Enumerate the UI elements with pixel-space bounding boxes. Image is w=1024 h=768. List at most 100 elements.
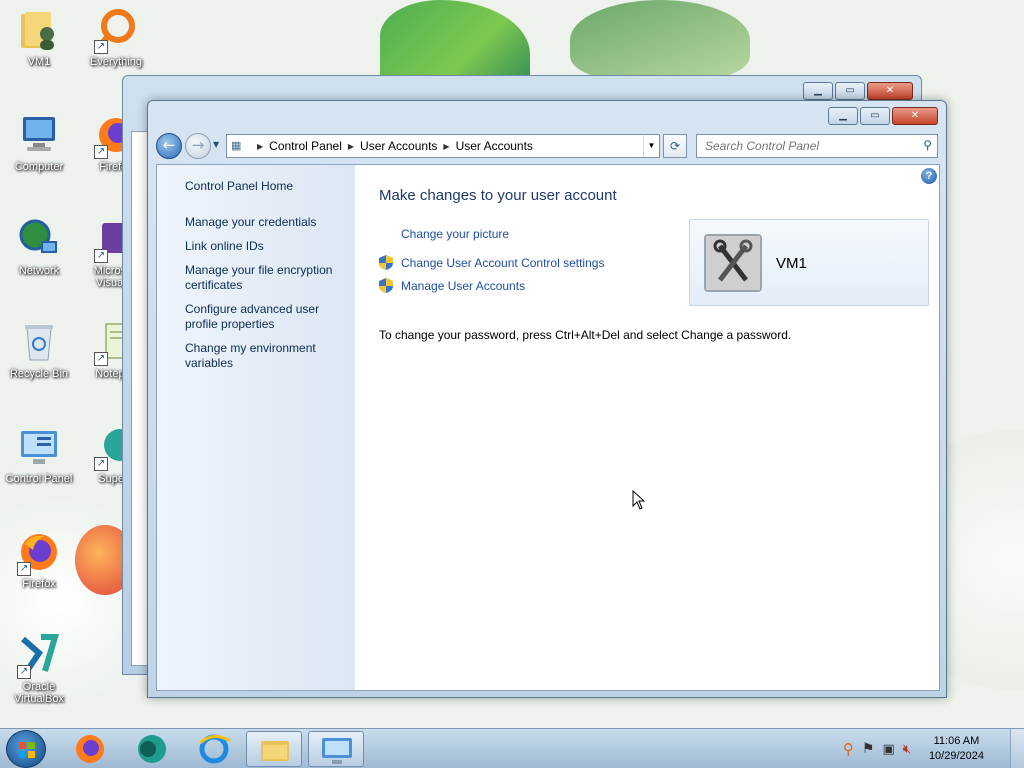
- recycle-bin-icon: [17, 320, 61, 364]
- network-tray-icon[interactable]: ▣: [882, 742, 894, 757]
- taskbar-control-panel[interactable]: [308, 731, 364, 767]
- firefox-icon: [76, 735, 104, 763]
- forward-arrow-icon[interactable]: →: [185, 133, 211, 159]
- shortcut-arrow-icon: ↗: [94, 249, 108, 263]
- mouse-cursor-icon: [632, 490, 646, 510]
- environment-variables-link[interactable]: Change my environment variables: [185, 341, 345, 371]
- control-panel-icon: [322, 738, 352, 764]
- breadcrumb-user-accounts[interactable]: User Accounts: [360, 139, 437, 153]
- shortcut-arrow-icon: ↗: [94, 145, 108, 159]
- main-pane: ? Make changes to your user account Chan…: [355, 165, 939, 690]
- desktop-icon-label: Everything: [90, 56, 142, 68]
- control-panel-small-icon: ▦: [231, 140, 242, 152]
- shortcut-arrow-icon: ↗: [94, 352, 108, 366]
- back-arrow-icon[interactable]: ←: [156, 133, 182, 159]
- desktop-icon-label: VM1: [27, 56, 51, 68]
- manage-credentials-link[interactable]: Manage your credentials: [185, 215, 345, 230]
- desktop-icon-label: Computer: [14, 161, 64, 173]
- user-account-card: VM1: [689, 219, 929, 306]
- uac-shield-icon: [379, 278, 393, 293]
- desktop-icon-computer[interactable]: Computer: [1, 113, 77, 173]
- file-encryption-certificates-link[interactable]: Manage your file encryption certificates: [185, 263, 345, 293]
- close-button[interactable]: ✕: [867, 82, 913, 100]
- taskbar-firefox[interactable]: [62, 731, 118, 767]
- manage-user-accounts-link[interactable]: Manage User Accounts: [401, 279, 525, 293]
- control-panel-home-link[interactable]: Control Panel Home: [185, 179, 355, 193]
- taskbar-app[interactable]: [124, 731, 180, 767]
- user-avatar[interactable]: [704, 234, 762, 292]
- taskbar: ⚲ ⚑ ▣ 🔇︎ 11:06 AM 10/29/2024: [0, 728, 1024, 768]
- address-bar[interactable]: ▦ ▶ Control Panel ▶ User Accounts ▶ User…: [226, 134, 660, 158]
- user-name: VM1: [776, 255, 807, 272]
- maximize-button[interactable]: ▭: [860, 107, 890, 125]
- desktop-icon-label: Control Panel: [5, 473, 73, 485]
- search-box[interactable]: ⚲: [696, 134, 938, 158]
- shortcut-arrow-icon: ↗: [17, 665, 31, 679]
- clock-date: 10/29/2024: [928, 750, 984, 762]
- desktop-icon-firefox[interactable]: ↗ Firefox: [1, 530, 77, 590]
- show-desktop-button[interactable]: [1010, 729, 1024, 768]
- close-button[interactable]: ✕: [892, 107, 938, 125]
- desktop-icon-label: Network: [18, 265, 60, 277]
- windows-logo-icon: [19, 742, 35, 758]
- page-title: Make changes to your user account: [379, 187, 617, 204]
- background-window-caption-buttons: ▁ ▭ ✕: [803, 82, 913, 100]
- internet-explorer-icon: [199, 734, 231, 764]
- navigation-bar: ← → ▼ ▦ ▶ Control Panel ▶ User Accounts …: [156, 133, 938, 159]
- desktop-icon-label: Firefox: [22, 578, 56, 590]
- address-dropdown-icon[interactable]: ▼: [643, 135, 659, 157]
- user-folder-icon: [17, 8, 61, 52]
- clock[interactable]: 11:06 AM 10/29/2024: [929, 734, 984, 764]
- desktop-icon-vm1[interactable]: VM1: [1, 8, 77, 68]
- breadcrumb-separator-icon[interactable]: ▶: [443, 142, 449, 151]
- user-accounts-window[interactable]: ▁ ▭ ✕ ← → ▼ ▦ ▶ Control Panel ▶ User Acc…: [147, 100, 947, 698]
- desktop-icon-control-panel[interactable]: Control Panel: [1, 425, 77, 485]
- system-tray: ⚲ ⚑ ▣ 🔇︎ 11:06 AM 10/29/2024: [843, 731, 984, 767]
- breadcrumb-user-accounts-current[interactable]: User Accounts: [456, 139, 533, 153]
- taskbar-internet-explorer[interactable]: [186, 731, 242, 767]
- search-icon[interactable]: ⚲: [923, 138, 932, 152]
- everything-search-icon: ↗: [94, 8, 138, 54]
- uac-settings-link[interactable]: Change User Account Control settings: [401, 256, 604, 270]
- desktop-icon-label: Recycle Bin: [9, 368, 69, 380]
- shortcut-arrow-icon: ↗: [94, 40, 108, 54]
- desktop-icon-oracle-virtualbox[interactable]: ↗ Oracle VirtualBox: [1, 633, 77, 705]
- taskbar-windows-explorer[interactable]: [246, 731, 302, 767]
- folder-icon: [261, 741, 289, 761]
- virtualbox-icon: ↗: [17, 633, 61, 679]
- shortcut-arrow-icon: ↗: [94, 457, 108, 471]
- breadcrumb-control-panel[interactable]: Control Panel: [269, 139, 342, 153]
- desktop-icon-label: Oracle VirtualBox: [14, 681, 64, 705]
- link-online-ids-link[interactable]: Link online IDs: [185, 239, 345, 254]
- clock-time: 11:06 AM: [933, 735, 980, 747]
- advanced-profile-properties-link[interactable]: Configure advanced user profile properti…: [185, 302, 345, 332]
- breadcrumb-separator-icon[interactable]: ▶: [257, 142, 263, 151]
- firefox-icon: ↗: [17, 530, 61, 576]
- desktop-icon-network[interactable]: Network: [1, 217, 77, 277]
- computer-icon: [17, 113, 61, 157]
- search-input[interactable]: [705, 139, 905, 153]
- uac-shield-icon: [379, 255, 393, 270]
- window-content: Control Panel Home Manage your credentia…: [156, 164, 940, 691]
- wallpaper-face-art: [570, 0, 750, 80]
- desktop-icon-everything[interactable]: ↗ Everything: [78, 8, 154, 68]
- window-caption-buttons: ▁ ▭ ✕: [828, 107, 938, 125]
- volume-muted-icon[interactable]: 🔇︎: [903, 742, 911, 757]
- password-instructions: To change your password, press Ctrl+Alt+…: [379, 328, 792, 342]
- network-globe-icon: [17, 217, 61, 261]
- desktop-icon-recycle-bin[interactable]: Recycle Bin: [1, 320, 77, 380]
- search-tray-icon[interactable]: ⚲: [843, 740, 854, 758]
- start-button[interactable]: [6, 730, 46, 768]
- help-icon[interactable]: ?: [921, 168, 937, 184]
- app-icon: [138, 735, 166, 763]
- recent-pages-dropdown-icon[interactable]: ▼: [213, 140, 223, 152]
- action-center-flag-icon[interactable]: ⚑: [862, 741, 875, 757]
- refresh-icon[interactable]: ⟳: [663, 134, 687, 158]
- breadcrumb-separator-icon[interactable]: ▶: [348, 142, 354, 151]
- maximize-button[interactable]: ▭: [835, 82, 865, 100]
- change-picture-link[interactable]: Change your picture: [401, 227, 509, 241]
- tools-avatar-icon: [706, 236, 760, 290]
- control-panel-icon: [17, 425, 61, 469]
- minimize-button[interactable]: ▁: [828, 107, 858, 125]
- minimize-button[interactable]: ▁: [803, 82, 833, 100]
